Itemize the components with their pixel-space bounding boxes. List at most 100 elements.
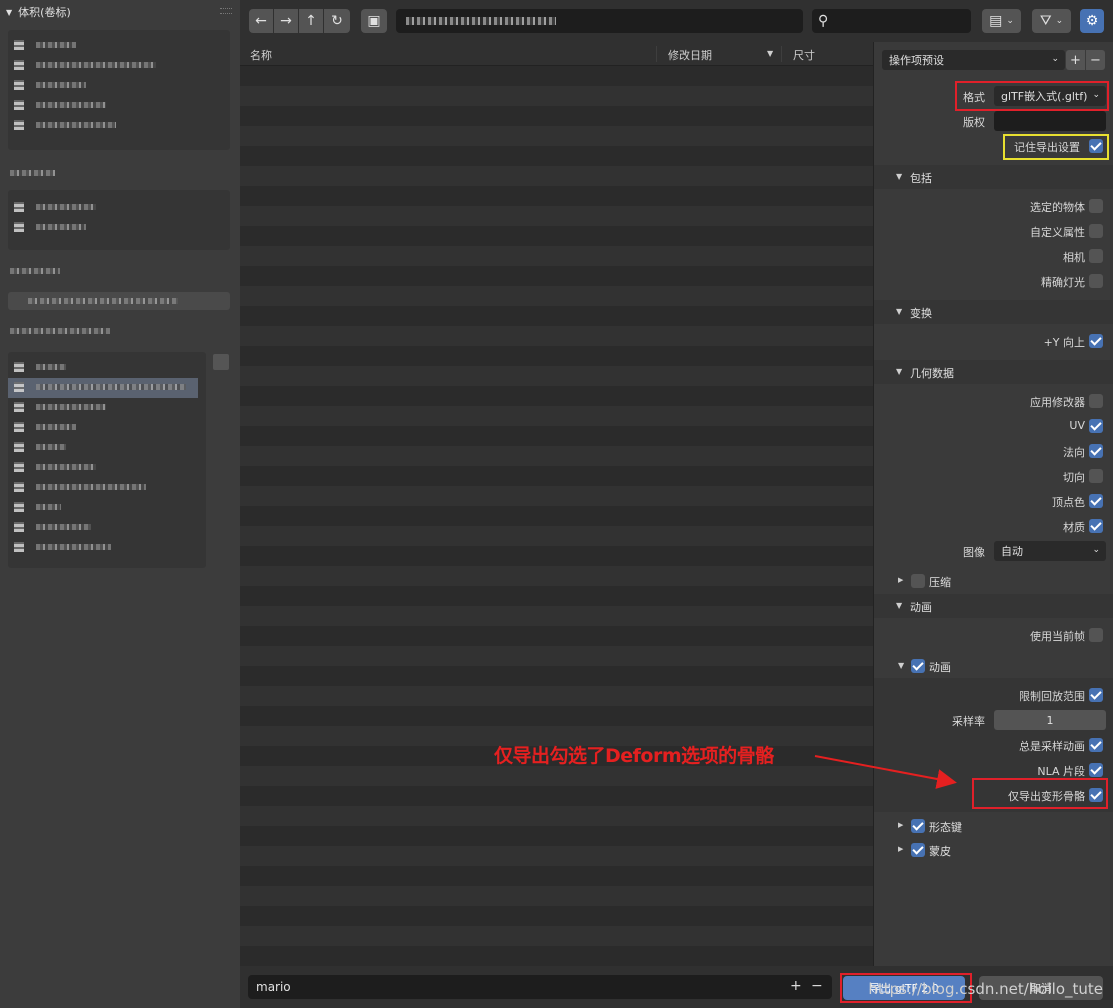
section-geometry-title: 几何数据 (910, 367, 954, 380)
section-animation-title: 动画 (910, 601, 932, 614)
use-current-frame-checkbox[interactable] (1089, 628, 1103, 642)
file-rows[interactable] (240, 66, 873, 966)
compression-checkbox[interactable] (911, 574, 925, 588)
selected-objects-checkbox[interactable] (1089, 199, 1103, 213)
volume-list (8, 292, 230, 310)
column-size[interactable]: 尺寸 (793, 47, 815, 63)
section-shape-keys-title: 形态键 (929, 821, 962, 834)
directory-path-field[interactable] (396, 9, 803, 33)
volume-list (8, 190, 230, 250)
y-up-checkbox[interactable] (1089, 334, 1103, 348)
tangents-label: 切向 (1063, 471, 1085, 484)
add-preset-button[interactable]: + (1066, 50, 1085, 70)
vertex-colors-label: 顶点色 (1052, 496, 1085, 509)
nla-strips-checkbox[interactable] (1089, 763, 1103, 777)
blurred-path (406, 17, 556, 25)
apply-modifiers-checkbox[interactable] (1089, 394, 1103, 408)
section-compression[interactable]: ▶ 压缩 (874, 569, 1113, 593)
section-compression-title: 压缩 (929, 576, 951, 589)
search-icon: ⚲ (818, 13, 829, 29)
section-include[interactable]: ▼ 包括 (874, 165, 1113, 189)
decrement-button[interactable]: − (811, 978, 823, 994)
bookmark-tool-button[interactable] (213, 354, 229, 370)
filter-icon: ⛛ (1039, 13, 1052, 29)
limit-playback-label: 限制回放范围 (1019, 690, 1085, 703)
filename-value: mario (256, 980, 291, 994)
section-shape-keys[interactable]: ▶ 形态键 (874, 814, 1113, 838)
normals-label: 法向 (1063, 446, 1085, 459)
expanded-icon: ▼ (896, 172, 903, 181)
y-up-label: +Y 向上 (1043, 336, 1085, 349)
always-sample-checkbox[interactable] (1089, 738, 1103, 752)
sampling-rate-value: 1 (1046, 713, 1054, 727)
sidebar: ▼ 体积(卷标) (0, 0, 240, 1008)
limit-playback-checkbox[interactable] (1089, 688, 1103, 702)
section-label (10, 328, 110, 334)
materials-checkbox[interactable] (1089, 519, 1103, 533)
volumes-header-label: 体积(卷标) (18, 6, 71, 19)
file-list-header: 名称 修改日期 ▼ 尺寸 (240, 42, 873, 66)
bookmark-list (8, 352, 206, 568)
skinning-checkbox[interactable] (911, 843, 925, 857)
volumes-header[interactable]: ▼ 体积(卷标) (0, 0, 240, 24)
forward-icon[interactable]: → (274, 9, 298, 33)
section-skinning[interactable]: ▶ 蒙皮 (874, 838, 1113, 862)
collapse-icon[interactable]: ▼ (6, 8, 12, 17)
display-mode-button[interactable]: ▤ ⌄ (982, 9, 1021, 33)
uv-checkbox[interactable] (1089, 419, 1103, 433)
custom-props-label: 自定义属性 (1030, 226, 1085, 239)
section-animation[interactable]: ▼ 动画 (874, 594, 1113, 618)
images-dropdown[interactable]: 自动 ⌄ (994, 541, 1106, 561)
column-date[interactable]: 修改日期 (668, 47, 712, 63)
filename-input[interactable]: mario (248, 975, 832, 999)
section-animation-sub[interactable]: ▼ 动画 (874, 654, 1113, 678)
cameras-checkbox[interactable] (1089, 249, 1103, 263)
annotation-red-box-format (955, 81, 1109, 111)
nla-strips-label: NLA 片段 (1037, 765, 1085, 778)
refresh-icon[interactable]: ↻ (324, 9, 350, 33)
parent-directory-icon[interactable]: ↑ (299, 9, 323, 33)
annotation-text: 仅导出勾选了Deform选项的骨骼 (494, 745, 774, 767)
copyright-field[interactable] (994, 111, 1106, 131)
preset-label: 操作项预设 (889, 54, 944, 67)
section-geometry[interactable]: ▼ 几何数据 (874, 360, 1113, 384)
punctual-lights-checkbox[interactable] (1089, 274, 1103, 288)
materials-label: 材质 (1063, 521, 1085, 534)
file-list[interactable]: 名称 修改日期 ▼ 尺寸 (240, 42, 873, 966)
collapsed-icon: ▶ (898, 845, 904, 853)
filter-button[interactable]: ⛛ ⌄ (1032, 9, 1071, 33)
settings-icon[interactable]: ⚙ (1080, 9, 1104, 33)
normals-checkbox[interactable] (1089, 444, 1103, 458)
custom-props-checkbox[interactable] (1089, 224, 1103, 238)
increment-button[interactable]: + (790, 978, 802, 994)
column-name[interactable]: 名称 (250, 47, 272, 63)
shape-keys-checkbox[interactable] (911, 819, 925, 833)
tangents-checkbox[interactable] (1089, 469, 1103, 483)
back-icon[interactable]: ← (249, 9, 273, 33)
sort-descending-icon[interactable]: ▼ (767, 49, 773, 58)
animation-checkbox[interactable] (911, 659, 925, 673)
annotation-yellow-box (1003, 134, 1109, 160)
copyright-label: 版权 (963, 116, 985, 129)
chevron-down-icon: ⌄ (1055, 16, 1064, 26)
section-animation-sub-title: 动画 (929, 661, 951, 674)
search-input[interactable]: ⚲ (812, 9, 971, 33)
section-transform[interactable]: ▼ 变换 (874, 300, 1113, 324)
images-label: 图像 (963, 546, 985, 559)
operator-presets-dropdown[interactable]: 操作项预设 ⌄ (882, 50, 1065, 70)
uv-label: UV (1069, 419, 1085, 432)
images-value: 自动 (1001, 545, 1023, 558)
remove-preset-button[interactable]: − (1086, 50, 1105, 70)
new-folder-icon[interactable]: ▣ (361, 9, 387, 33)
toolbar: ← → ↑ ↻ ▣ ⚲ ▤ ⌄ ⛛ ⌄ ⚙ (240, 0, 1113, 42)
expanded-icon: ▼ (896, 601, 903, 610)
sampling-rate-field[interactable]: 1 (994, 710, 1106, 730)
collapsed-icon: ▶ (898, 576, 904, 584)
selected-objects-label: 选定的物体 (1030, 201, 1085, 214)
vertex-colors-checkbox[interactable] (1089, 494, 1103, 508)
drag-handle-icon[interactable] (220, 8, 232, 14)
chevron-down-icon: ⌄ (1051, 54, 1059, 64)
chevron-down-icon: ⌄ (1006, 16, 1014, 26)
section-skinning-title: 蒙皮 (929, 845, 951, 858)
apply-modifiers-label: 应用修改器 (1030, 396, 1085, 409)
